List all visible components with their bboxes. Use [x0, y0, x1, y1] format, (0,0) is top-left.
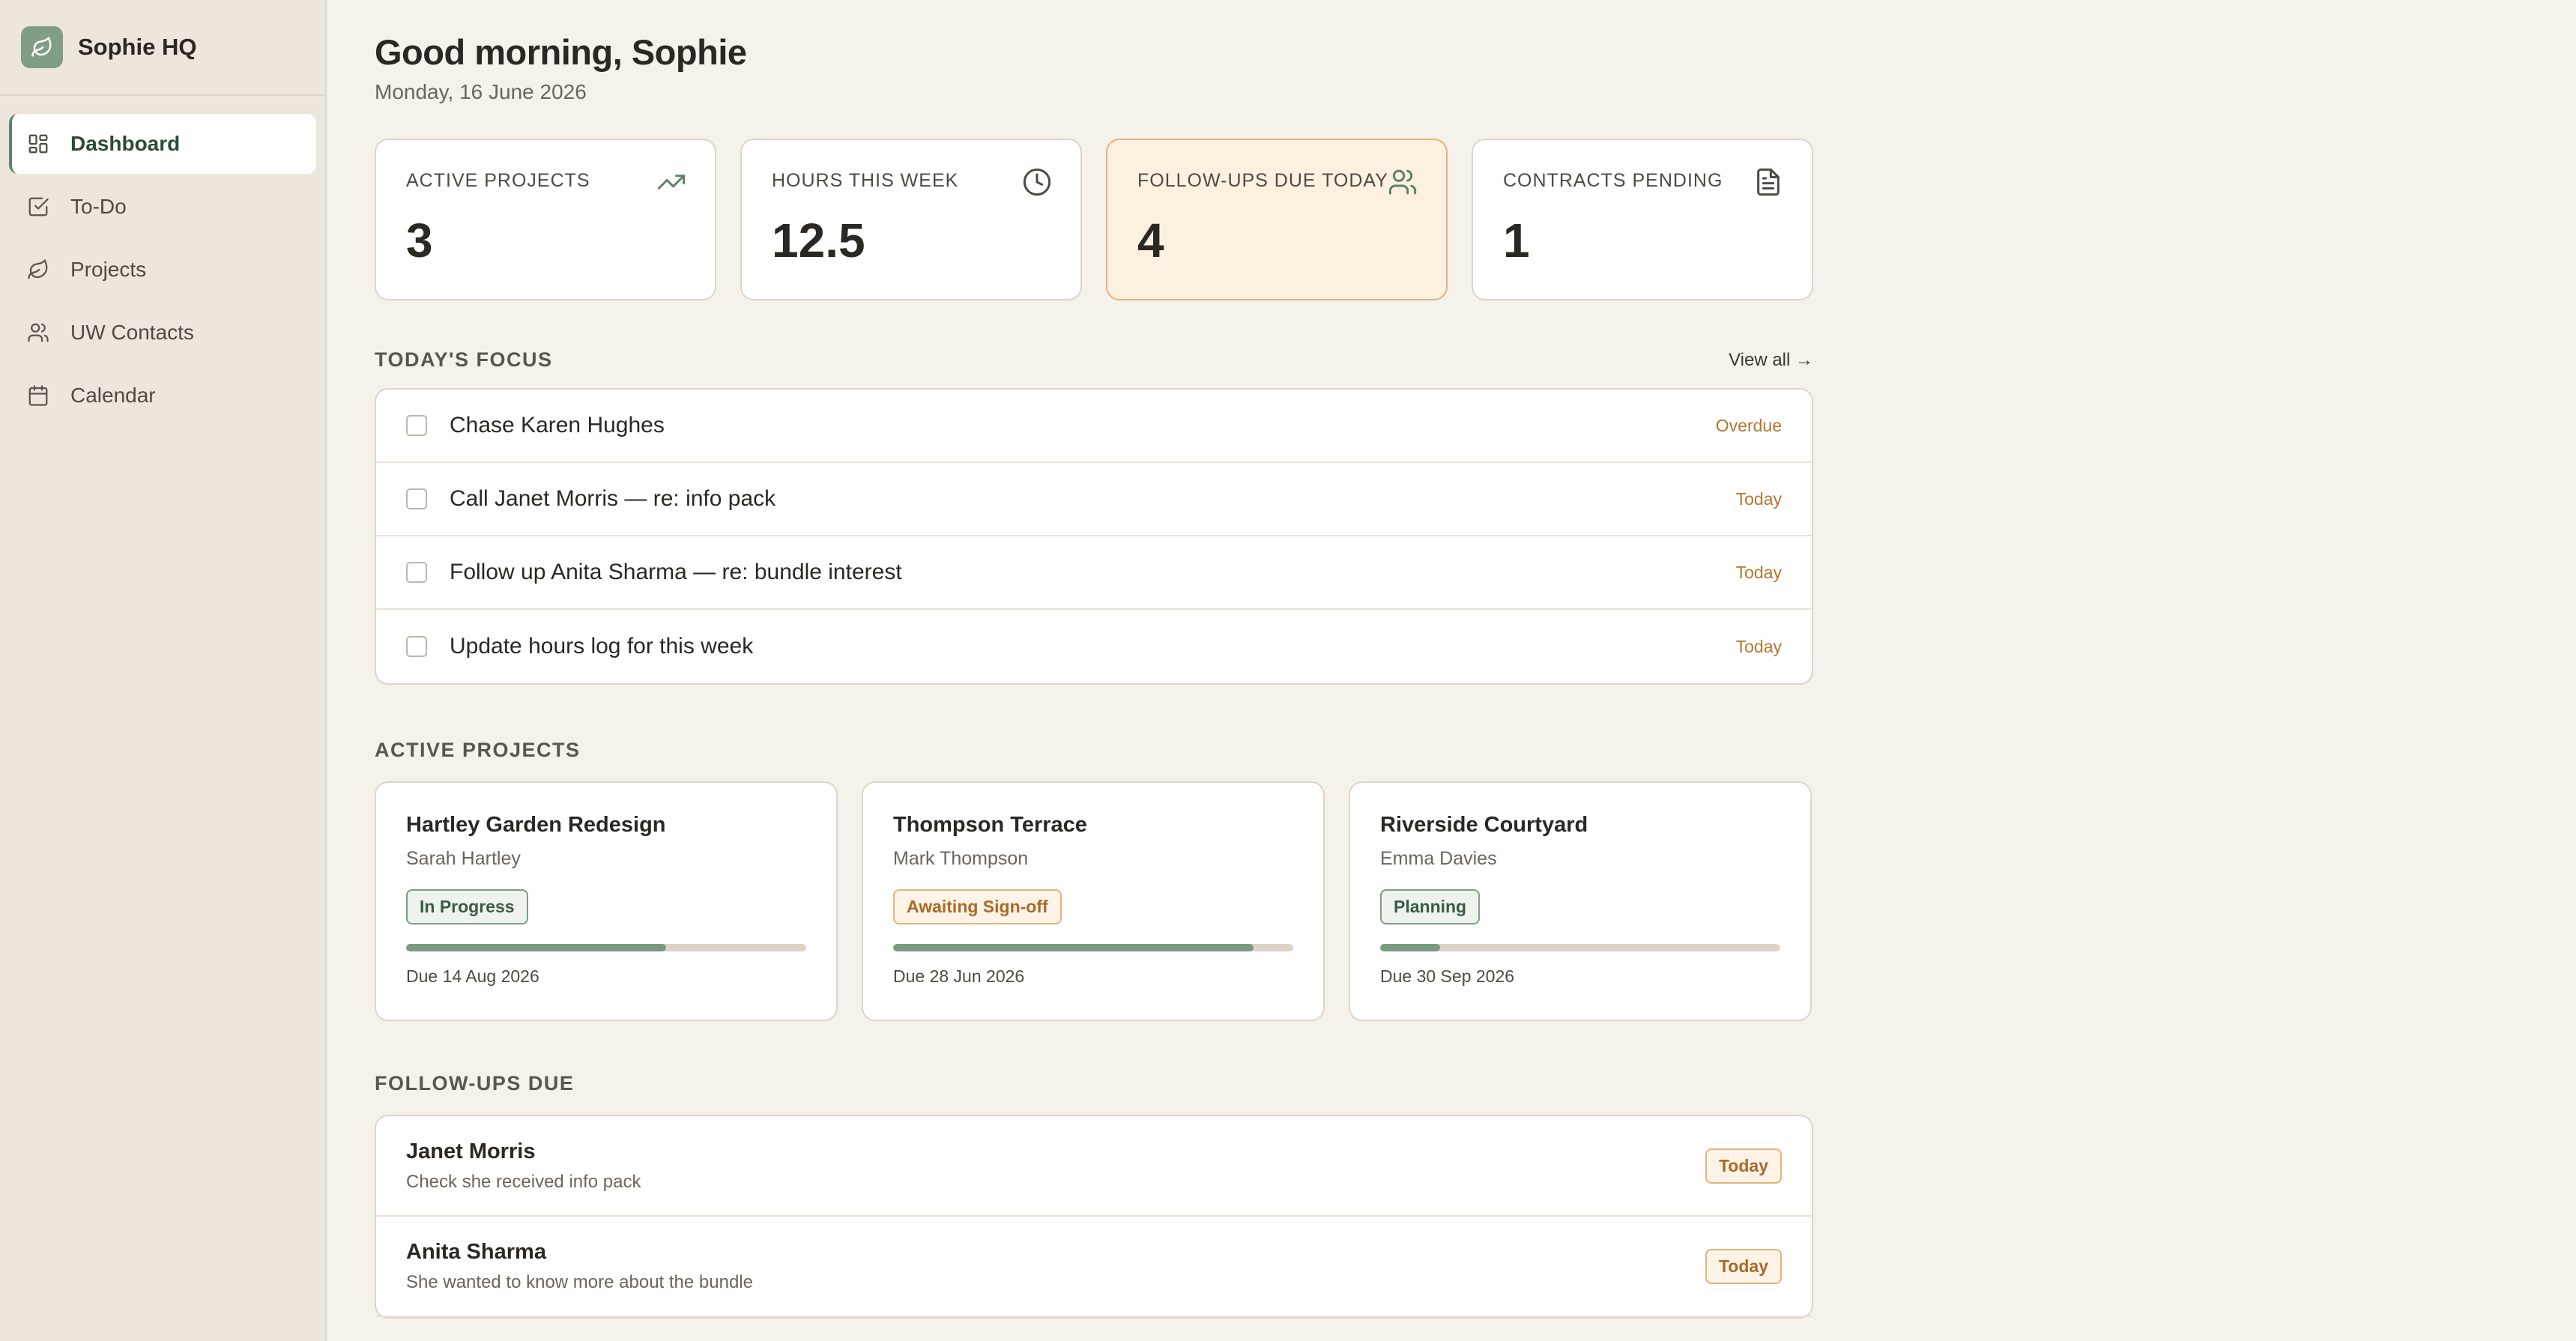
- followup-body: Janet Morris Check she received info pac…: [406, 1139, 1705, 1193]
- stat-value: 1: [1503, 214, 1530, 267]
- project-due-date: Due 14 Aug 2026: [406, 966, 539, 986]
- task-due-tag: Today: [1735, 636, 1782, 656]
- sidebar: Sophie HQ Dashboard To-Do Projects UW Co…: [0, 0, 327, 1341]
- stat-card-active-projects[interactable]: ACTIVE PROJECTS 3: [375, 139, 716, 300]
- project-name: Riverside Courtyard: [1380, 813, 1588, 837]
- progress-fill: [1380, 944, 1441, 951]
- task-due-tag: Today: [1735, 488, 1782, 509]
- list-item: Chase Karen Hughes Overdue: [376, 390, 1812, 463]
- progress-bar: [406, 944, 806, 951]
- project-card[interactable]: Riverside Courtyard Emma Davies Planning…: [1349, 781, 1812, 1021]
- stat-label: ACTIVE PROJECTS: [406, 170, 590, 191]
- sidebar-item-uw-contacts[interactable]: UW Contacts: [9, 303, 316, 363]
- stat-value: 4: [1137, 214, 1164, 267]
- stat-label: CONTRACTS PENDING: [1503, 170, 1723, 191]
- focus-list: Chase Karen Hughes Overdue Call Janet Mo…: [375, 388, 1813, 685]
- calendar-icon: [27, 384, 51, 408]
- list-item: Follow up Anita Sharma — re: bundle inte…: [376, 536, 1812, 610]
- due-badge: Today: [1705, 1148, 1782, 1184]
- project-client: Mark Thompson: [893, 848, 1029, 869]
- followup-note: Check she received info pack: [406, 1171, 641, 1192]
- stat-card-hours-this-week[interactable]: HOURS THIS WEEK 12.5: [740, 139, 1082, 300]
- page-title: Good morning, Sophie: [375, 32, 747, 72]
- brand[interactable]: Sophie HQ: [0, 0, 325, 96]
- sidebar-item-calendar[interactable]: Calendar: [9, 366, 316, 426]
- followups-list: Janet Morris Check she received info pac…: [375, 1115, 1813, 1319]
- project-card[interactable]: Thompson Terrace Mark Thompson Awaiting …: [862, 781, 1325, 1021]
- progress-fill: [893, 944, 1254, 951]
- list-item: Update hours log for this week Today: [376, 610, 1812, 683]
- project-client: Sarah Hartley: [406, 848, 521, 869]
- app-name: Sophie HQ: [78, 34, 197, 60]
- stat-value: 3: [406, 214, 433, 267]
- section-title: FOLLOW-UPS DUE: [375, 1072, 575, 1095]
- leaf-icon: [27, 258, 51, 282]
- task-checkbox[interactable]: [406, 488, 427, 509]
- task-text: Update hours log for this week: [450, 634, 754, 659]
- task-text: Call Janet Morris — re: info pack: [450, 486, 776, 511]
- sidebar-nav: Dashboard To-Do Projects UW Contacts Cal…: [0, 96, 325, 426]
- list-item: Call Janet Morris — re: info pack Today: [376, 463, 1812, 536]
- clock-icon: [1022, 167, 1052, 197]
- focus-header: TODAY'S FOCUS View all →: [375, 348, 1813, 372]
- progress-bar: [893, 944, 1293, 951]
- sidebar-item-dashboard[interactable]: Dashboard: [9, 114, 316, 174]
- leaf-icon: [21, 26, 63, 68]
- sidebar-item-label: Dashboard: [70, 132, 181, 155]
- project-name: Hartley Garden Redesign: [406, 813, 666, 837]
- status-badge: Awaiting Sign-off: [893, 889, 1062, 924]
- current-date: Monday, 16 June 2026: [375, 80, 587, 103]
- checkbox-icon: [27, 195, 51, 219]
- followup-note: She wanted to know more about the bundle: [406, 1271, 753, 1292]
- main-content: Good morning, Sophie Monday, 16 June 202…: [375, 0, 1813, 1319]
- task-text: Follow up Anita Sharma — re: bundle inte…: [450, 560, 902, 584]
- task-due-tag: Today: [1735, 562, 1782, 582]
- stat-value: 12.5: [772, 214, 865, 267]
- contact-name: Janet Morris: [406, 1139, 536, 1163]
- status-badge: In Progress: [406, 889, 528, 924]
- section-title: ACTIVE PROJECTS: [375, 739, 581, 761]
- stat-label: HOURS THIS WEEK: [772, 170, 959, 191]
- sidebar-item-label: UW Contacts: [70, 321, 194, 344]
- document-icon: [1753, 167, 1783, 197]
- task-due-tag: Overdue: [1715, 415, 1782, 435]
- sidebar-item-label: Calendar: [70, 384, 156, 407]
- followups-header: FOLLOW-UPS DUE: [375, 1072, 1813, 1095]
- users-icon: [1388, 167, 1418, 197]
- task-text: Chase Karen Hughes: [450, 413, 665, 438]
- sidebar-item-label: Projects: [70, 258, 147, 281]
- contact-name: Anita Sharma: [406, 1239, 546, 1264]
- project-card[interactable]: Hartley Garden Redesign Sarah Hartley In…: [375, 781, 838, 1021]
- sidebar-item-projects[interactable]: Projects: [9, 240, 316, 300]
- trending-up-icon: [656, 167, 686, 197]
- project-name: Thompson Terrace: [893, 813, 1087, 837]
- project-due-date: Due 28 Jun 2026: [893, 966, 1025, 986]
- projects-row: Hartley Garden Redesign Sarah Hartley In…: [375, 781, 1813, 1021]
- project-due-date: Due 30 Sep 2026: [1380, 966, 1515, 986]
- followup-body: Anita Sharma She wanted to know more abo…: [406, 1240, 1705, 1293]
- stat-label: FOLLOW-UPS DUE TODAY: [1137, 170, 1388, 191]
- section-title: TODAY'S FOCUS: [375, 348, 553, 371]
- status-badge: Planning: [1380, 889, 1481, 924]
- view-all-link[interactable]: View all →: [1729, 350, 1813, 371]
- task-checkbox[interactable]: [406, 636, 427, 657]
- due-badge: Today: [1705, 1248, 1782, 1284]
- sidebar-item-todo[interactable]: To-Do: [9, 177, 316, 237]
- users-icon: [27, 321, 51, 345]
- progress-fill: [406, 944, 667, 951]
- task-checkbox[interactable]: [406, 562, 427, 583]
- list-item[interactable]: Janet Morris Check she received info pac…: [376, 1116, 1812, 1217]
- sidebar-item-label: To-Do: [70, 195, 127, 218]
- task-checkbox[interactable]: [406, 415, 427, 436]
- list-item[interactable]: Anita Sharma She wanted to know more abo…: [376, 1217, 1812, 1317]
- project-client: Emma Davies: [1380, 848, 1497, 869]
- stats-row: ACTIVE PROJECTS 3 HOURS THIS WEEK 12.5 F…: [375, 139, 1813, 300]
- dashboard-icon: [27, 132, 51, 156]
- progress-bar: [1380, 944, 1780, 951]
- projects-header: ACTIVE PROJECTS: [375, 739, 1813, 762]
- stat-card-contracts-pending[interactable]: CONTRACTS PENDING 1: [1472, 139, 1813, 300]
- stat-card-follow-ups-due-today[interactable]: FOLLOW-UPS DUE TODAY 4: [1106, 139, 1448, 300]
